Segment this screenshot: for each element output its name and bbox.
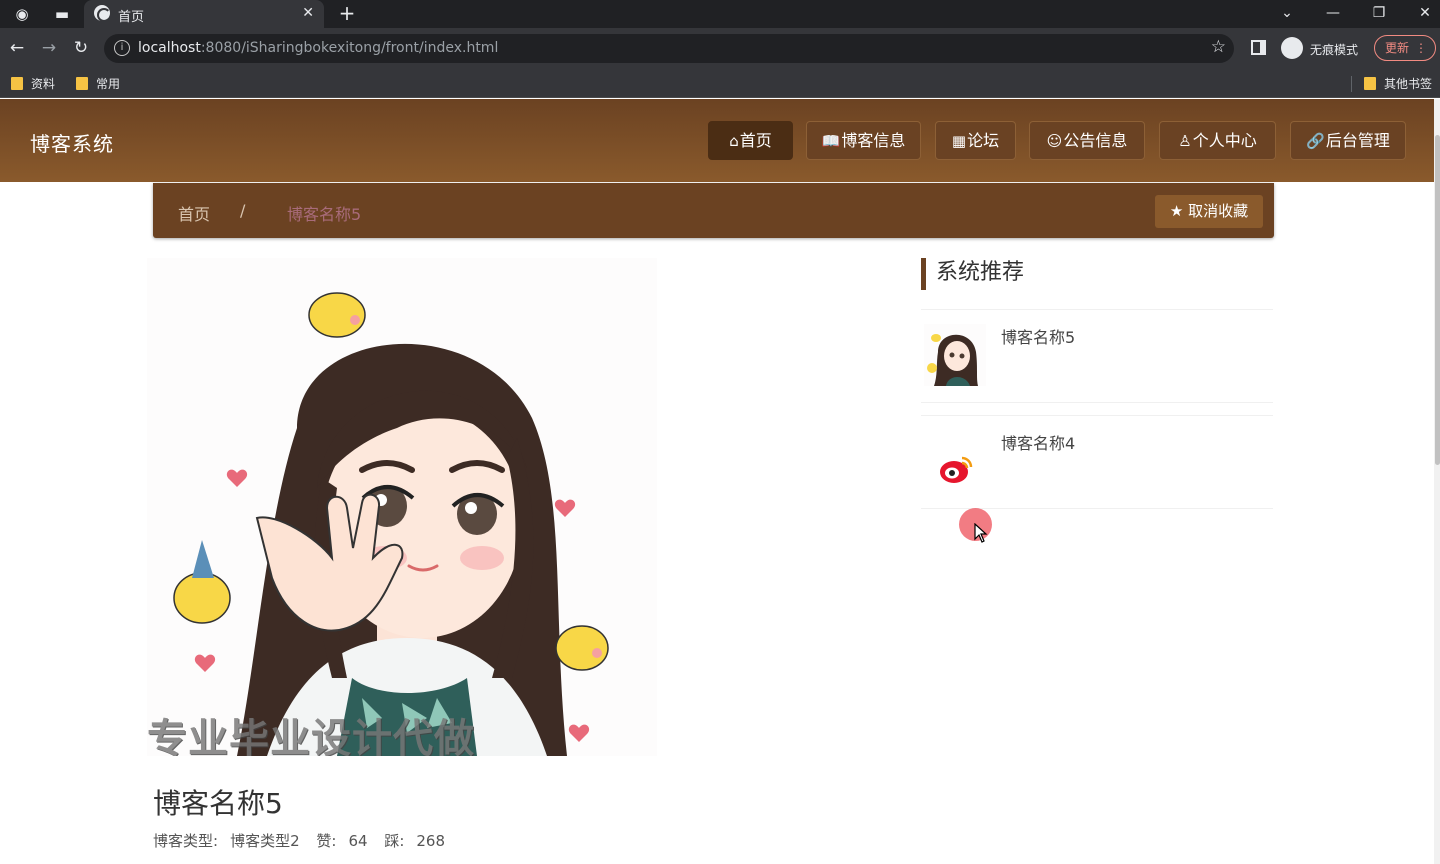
address-bar[interactable]: i localhost:8080/iSharingbokexitong/fron… (104, 34, 1234, 63)
bookmark-star-icon[interactable]: ☆ (1211, 37, 1226, 57)
nav-blog-info[interactable]: 📖博客信息 (806, 121, 921, 160)
side-panel-icon[interactable] (1251, 40, 1266, 55)
home-icon: ⌂ (729, 132, 739, 150)
bookmark-separator (1351, 76, 1352, 92)
update-button[interactable]: 更新 ⋮ (1374, 35, 1436, 61)
forum-icon: ▦ (951, 132, 967, 150)
bookmark-folder-ziliao[interactable]: 资料 (11, 75, 55, 92)
favicon-globe-icon (94, 5, 111, 22)
link-icon: 🔗 (1306, 132, 1325, 150)
dislikes-value: 268 (416, 832, 446, 850)
post-meta: 博客类型: 博客类型2 赞: 64 踩: 268 (153, 830, 457, 851)
likes-label[interactable]: 赞: (316, 832, 336, 850)
cartoon-girl-illustration (173, 292, 609, 756)
blog-cover-image: 专业毕业设计代做 (147, 258, 657, 756)
bookmark-folder-changyong[interactable]: 常用 (76, 75, 120, 92)
folder-icon (11, 77, 23, 90)
site-logo[interactable]: 博客系统 (30, 128, 114, 157)
tab-list-chevron-icon[interactable]: ⌄ (1272, 2, 1302, 24)
bookmark-folder-other[interactable]: 其他书签 (1364, 75, 1432, 92)
tab-search-icon[interactable]: ▬ (52, 4, 72, 24)
close-tab-icon[interactable]: ✕ (302, 5, 314, 21)
user-icon: ♙ (1178, 132, 1192, 150)
nav-admin[interactable]: 🔗后台管理 (1290, 121, 1406, 160)
incognito-icon[interactable] (1281, 37, 1303, 59)
globe-icon[interactable]: ◉ (12, 4, 32, 24)
post-title: 博客名称5 (153, 787, 283, 820)
browser-tab-active[interactable]: 首页 ✕ (84, 0, 324, 28)
recommend-item-title[interactable]: 博客名称4 (1001, 430, 1075, 454)
mouse-cursor-icon (974, 523, 988, 543)
recommend-item-title[interactable]: 博客名称5 (1001, 324, 1075, 348)
incognito-label: 无痕模式 (1310, 43, 1359, 57)
breadcrumb-current: 博客名称5 (287, 205, 362, 224)
breadcrumb-home[interactable]: 首页 (178, 201, 210, 225)
recommend-item[interactable]: 博客名称5 (921, 309, 1273, 403)
forward-icon[interactable]: → (38, 37, 60, 59)
recommend-thumbnail[interactable] (924, 430, 986, 492)
unfavorite-button[interactable]: ★ 取消收藏 (1155, 195, 1263, 228)
girl-thumbnail-image (924, 324, 986, 386)
bookmarks-bar: 资料 常用 其他书签 (0, 68, 1440, 98)
tab-title: 首页 (118, 10, 145, 25)
weibo-logo-icon (924, 430, 986, 492)
recommend-item[interactable]: 博客名称4 (921, 415, 1273, 509)
book-icon: 📖 (821, 132, 841, 150)
browser-toolbar: ← → ↻ i localhost:8080/iSharingbokexiton… (0, 28, 1440, 68)
star-icon: ★ (1169, 202, 1184, 220)
likes-value: 64 (348, 832, 368, 850)
recommend-heading: 系统推荐 (921, 258, 1024, 290)
minimize-icon[interactable]: — (1318, 2, 1348, 24)
menu-dots-icon[interactable]: ⋮ (1415, 36, 1427, 60)
back-icon[interactable]: ← (6, 37, 28, 59)
type-label: 博客类型: (153, 832, 219, 850)
site-info-icon[interactable]: i (114, 40, 130, 56)
nav-forum[interactable]: ▦论坛 (935, 121, 1016, 160)
type-value: 博客类型2 (230, 832, 300, 850)
nav-personal-center[interactable]: ♙个人中心 (1159, 121, 1276, 160)
nav-notice[interactable]: ☺公告信息 (1029, 121, 1145, 160)
url-text[interactable]: localhost:8080/iSharingbokexitong/front/… (138, 40, 498, 56)
breadcrumb-separator: / (240, 201, 246, 220)
dislikes-label[interactable]: 踩: (384, 832, 404, 850)
folder-icon (1364, 77, 1376, 90)
watermark-text: 专业毕业设计代做 (147, 716, 475, 756)
window-close-icon[interactable]: ✕ (1410, 2, 1440, 24)
folder-icon (76, 77, 88, 90)
site-header: 博客系统 ⌂首页 📖博客信息 ▦论坛 ☺公告信息 ♙个人中心 🔗后台管理 (0, 99, 1434, 182)
restore-icon[interactable]: ❐ (1364, 2, 1394, 24)
recommend-thumbnail[interactable] (924, 324, 986, 386)
reload-icon[interactable]: ↻ (70, 37, 92, 59)
notice-icon: ☺ (1046, 132, 1063, 150)
browser-tab-strip: ◉ ▬ 首页 ✕ + ⌄ — ❐ ✕ (0, 0, 1440, 28)
nav-home[interactable]: ⌂首页 (708, 121, 793, 160)
new-tab-icon[interactable]: + (336, 2, 358, 24)
scrollbar-thumb[interactable] (1435, 135, 1440, 465)
breadcrumb: 首页 / 博客名称5 ★ 取消收藏 (153, 183, 1274, 238)
